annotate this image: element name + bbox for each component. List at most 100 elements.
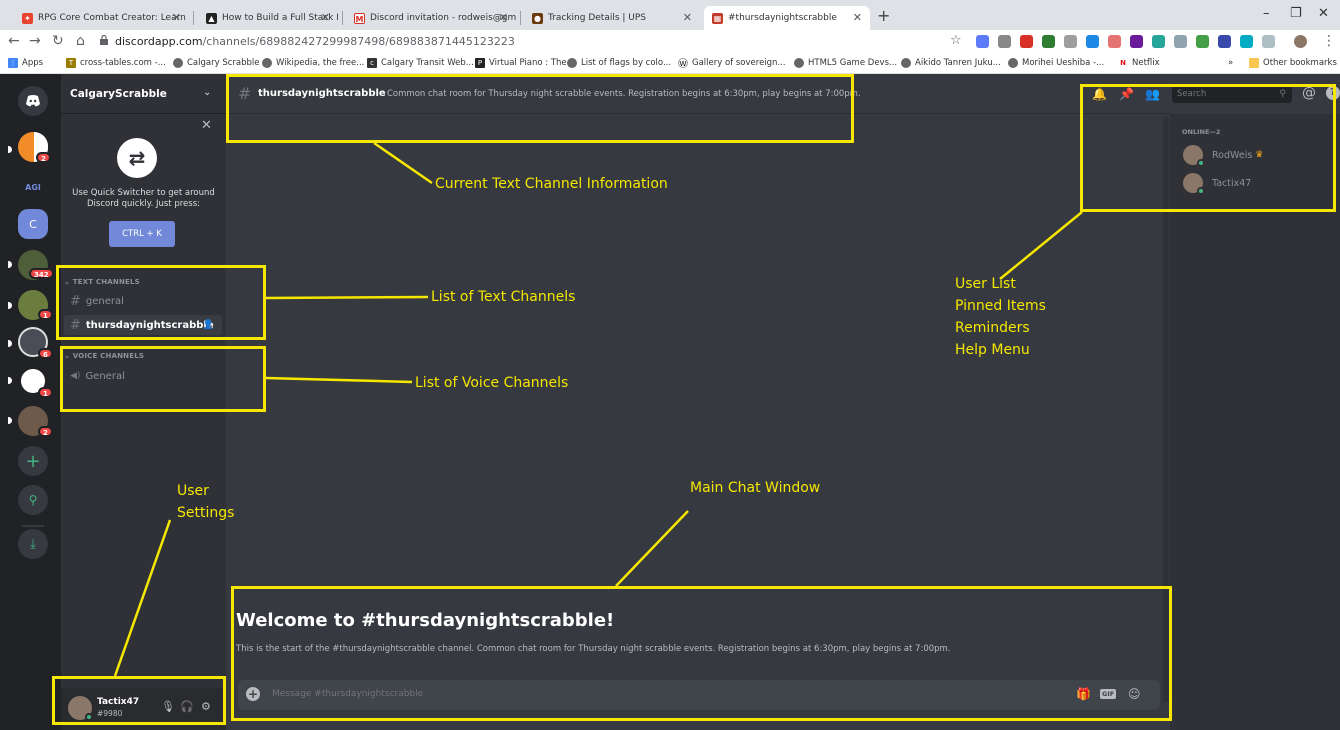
annotation-line: User (177, 483, 209, 499)
bookmark-item[interactable]: c Calgary Transit Web... (367, 58, 474, 68)
extension-icon[interactable] (1130, 35, 1143, 48)
extension-icon[interactable] (1064, 35, 1077, 48)
eyedropper-icon[interactable] (976, 35, 989, 48)
bookmark-item[interactable]: Aikido Tanren Juku... (901, 58, 1001, 68)
extension-icon[interactable] (1108, 35, 1121, 48)
browser-tab-5[interactable]: ▦ #thursdaynightscrabble ✕ (704, 6, 870, 30)
new-tab-button[interactable]: + (877, 6, 890, 25)
address-bar: ← → ↻ ⌂ discordapp.com/channels/68988242… (0, 30, 1340, 54)
bookmark-label: Calgary Transit Web... (381, 58, 474, 68)
browser-tab-3[interactable]: M Discord invitation - rodweis@gm ✕ (346, 6, 516, 30)
maximize-button[interactable]: ❐ (1290, 6, 1302, 21)
extension-icon[interactable] (998, 35, 1011, 48)
close-icon[interactable]: ✕ (499, 11, 508, 24)
forward-icon[interactable]: → (29, 33, 41, 49)
menu-icon[interactable]: ⋮ (1322, 33, 1336, 49)
browser-tab-4[interactable]: ● Tracking Details | UPS ✕ (524, 6, 700, 30)
server-name: CalgaryScrabble (70, 88, 167, 100)
explore-servers-button[interactable]: ⚲ (18, 485, 48, 515)
search-icon: ⚲ (28, 493, 38, 507)
extension-icon[interactable] (1152, 35, 1165, 48)
annotation-box-user-list (1080, 84, 1336, 212)
transit-icon: c (367, 58, 377, 68)
bookmark-item[interactable]: N Netflix (1118, 58, 1160, 68)
bookmarks-overflow[interactable]: » (1228, 58, 1233, 68)
home-button[interactable] (18, 86, 48, 116)
annotation-box-channel-info (226, 74, 854, 143)
piano-icon: P (475, 58, 485, 68)
server-initial: C (29, 217, 37, 231)
extension-icon[interactable] (1086, 35, 1099, 48)
label-channel-info: Current Text Channel Information (435, 176, 668, 192)
browser-tab-bar: ✦ RPG Core Combat Creator: Learn ✕ ▲ How… (0, 0, 1340, 30)
close-icon[interactable]: ✕ (201, 118, 212, 133)
annotation-line: Settings (177, 505, 235, 521)
server-icon[interactable]: AGI (18, 172, 48, 202)
bookmark-item[interactable]: Wikipedia, the free... (262, 58, 364, 68)
minimize-button[interactable]: – (1263, 6, 1270, 21)
quick-switcher-text: Use Quick Switcher to get around Discord… (72, 188, 215, 209)
server-header[interactable]: CalgaryScrabble ⌄ (61, 74, 226, 114)
separator (22, 525, 44, 527)
bookmark-label: Morihei Ueshiba -... (1022, 58, 1105, 68)
rpg-icon: ✦ (22, 12, 33, 24)
bookmark-label: Virtual Piano : The... (489, 58, 575, 68)
tab-label: Discord invitation - rodweis@gm (370, 13, 516, 23)
extension-icon[interactable] (1042, 35, 1055, 48)
extension-icon[interactable] (1196, 35, 1209, 48)
annotation-line: Pinned Items (955, 298, 1046, 314)
close-icon[interactable]: ✕ (172, 11, 181, 24)
annotation-box-voice-channels (60, 346, 266, 412)
quick-switcher-shortcut[interactable]: CTRL + K (109, 221, 175, 247)
annotation-box-main-chat (231, 586, 1172, 721)
bookmark-item[interactable]: Calgary Scrabble (173, 58, 260, 68)
bookmark-item[interactable]: HTML5 Game Devs... (794, 58, 897, 68)
bookmark-label: List of flags by colo... (581, 58, 672, 68)
bookmark-apps[interactable]: ⋮ Apps (8, 58, 43, 68)
wikipedia-icon: W (678, 58, 688, 68)
star-icon[interactable]: ☆ (950, 33, 962, 48)
server-icon[interactable]: C (18, 209, 48, 239)
server-list: 2 AGI C 342 1 6 1 2 + ⚲ ⤓ (0, 74, 61, 730)
close-icon[interactable]: ✕ (683, 11, 692, 24)
other-bookmarks[interactable]: Other bookmarks (1249, 58, 1337, 68)
close-icon[interactable]: ✕ (321, 11, 330, 24)
add-server-button[interactable]: + (18, 446, 48, 476)
bookmark-label: Gallery of sovereign... (692, 58, 786, 68)
browser-tab-2[interactable]: ▲ How to Build a Full Stack RPG Ch ✕ (198, 6, 338, 30)
quick-switcher-icon: ⇄ (117, 138, 157, 178)
reload-icon[interactable]: ↻ (52, 33, 64, 49)
browser-tab-1[interactable]: ✦ RPG Core Combat Creator: Learn ✕ (14, 6, 189, 30)
url-field[interactable]: discordapp.com/channels/6898824272999874… (115, 35, 515, 48)
annotation-box-text-channels (56, 265, 266, 340)
notification-badge: 1 (38, 387, 53, 398)
back-icon[interactable]: ← (8, 33, 20, 49)
bookmark-label: cross-tables.com -... (80, 58, 166, 68)
bookmark-item[interactable]: W Gallery of sovereign... (678, 58, 786, 68)
bookmark-label: Apps (22, 58, 44, 68)
extension-icon[interactable] (1240, 35, 1253, 48)
tab-label: RPG Core Combat Creator: Learn (38, 13, 186, 23)
extension-icon[interactable] (1262, 35, 1275, 48)
bookmark-label: Netflix (1132, 58, 1160, 68)
download-apps-button[interactable]: ⤓ (18, 529, 48, 559)
gmail-ext-icon[interactable] (1020, 35, 1033, 48)
bookmark-item[interactable]: Morihei Ueshiba -... (1008, 58, 1104, 68)
globe-icon (567, 58, 577, 68)
extension-icon[interactable] (1218, 35, 1231, 48)
tab-label: #thursdaynightscrabble (728, 13, 837, 23)
netflix-icon: N (1118, 58, 1128, 68)
close-window-button[interactable]: ✕ (1318, 6, 1329, 21)
bookmark-item[interactable]: List of flags by colo... (567, 58, 671, 68)
annotation-line: Reminders (955, 320, 1030, 336)
bookmark-item[interactable]: Tcross-tables.com -... (66, 58, 166, 68)
extension-icon[interactable] (1174, 35, 1187, 48)
close-icon[interactable]: ✕ (853, 11, 862, 24)
bookmark-item[interactable]: P Virtual Piano : The... (475, 58, 575, 68)
overflow-label: » (1228, 58, 1234, 68)
profile-avatar[interactable] (1294, 35, 1307, 48)
globe-icon (173, 58, 183, 68)
notification-badge: 1 (38, 309, 53, 320)
lock-icon (100, 35, 108, 45)
home-icon[interactable]: ⌂ (76, 33, 85, 49)
